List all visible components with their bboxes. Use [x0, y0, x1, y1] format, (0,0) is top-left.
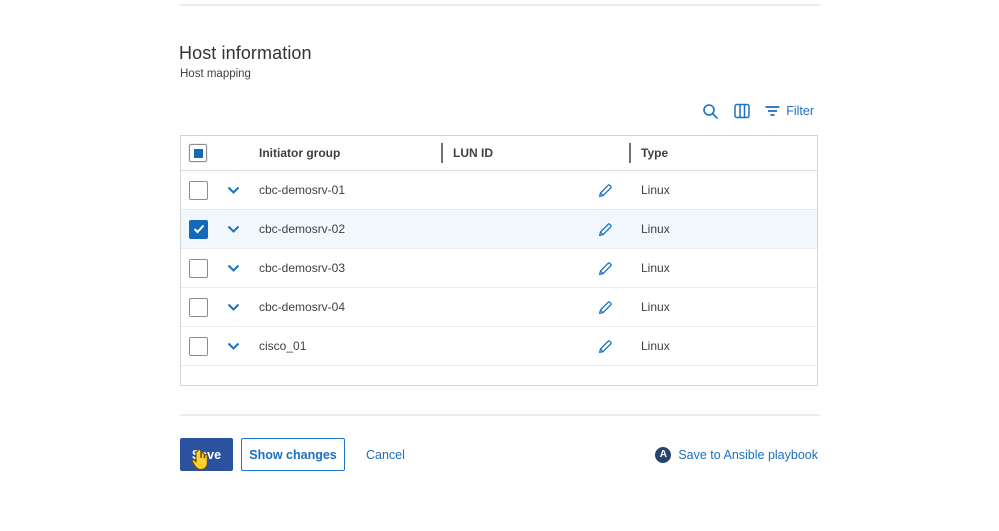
- column-selector-button[interactable]: [734, 103, 750, 119]
- table-row[interactable]: cisco_01 Linux: [181, 327, 817, 366]
- cancel-link[interactable]: Cancel: [366, 448, 405, 462]
- edit-lun-button[interactable]: [597, 182, 614, 199]
- chevron-down-icon[interactable]: [227, 303, 240, 311]
- filter-icon: [765, 105, 780, 117]
- select-all-checkbox[interactable]: [189, 144, 207, 162]
- initiator-group-cell: cisco_01: [259, 339, 441, 353]
- check-icon: [193, 224, 205, 234]
- pencil-icon: [597, 338, 614, 355]
- search-icon: [702, 103, 719, 120]
- filter-button[interactable]: Filter: [765, 104, 814, 118]
- chevron-down-icon[interactable]: [227, 264, 240, 272]
- host-mapping-table: Initiator group LUN ID Type cbc-demosrv-…: [180, 135, 818, 386]
- chevron-down-icon[interactable]: [227, 225, 240, 233]
- row-checkbox[interactable]: [189, 298, 208, 317]
- edit-lun-button[interactable]: [597, 260, 614, 277]
- type-cell: Linux: [629, 183, 817, 197]
- pencil-icon: [597, 221, 614, 238]
- table-row[interactable]: cbc-demosrv-03 Linux: [181, 249, 817, 288]
- type-cell: Linux: [629, 300, 817, 314]
- save-to-ansible-link[interactable]: A Save to Ansible playbook: [655, 447, 820, 463]
- chevron-down-icon[interactable]: [227, 342, 240, 350]
- pencil-icon: [597, 260, 614, 277]
- initiator-group-cell: cbc-demosrv-04: [259, 300, 441, 314]
- row-checkbox[interactable]: [189, 181, 208, 200]
- edit-lun-button[interactable]: [597, 221, 614, 238]
- table-row[interactable]: cbc-demosrv-02 Linux: [181, 210, 817, 249]
- bottom-divider: [180, 414, 820, 416]
- table-row[interactable]: cbc-demosrv-01 Linux: [181, 171, 817, 210]
- type-cell: Linux: [629, 339, 817, 353]
- edit-lun-button[interactable]: [597, 299, 614, 316]
- table-footer-empty: [181, 366, 817, 385]
- row-checkbox[interactable]: [189, 220, 208, 239]
- save-to-ansible-label: Save to Ansible playbook: [678, 448, 818, 462]
- table-row[interactable]: cbc-demosrv-04 Linux: [181, 288, 817, 327]
- save-button[interactable]: Save: [180, 438, 233, 471]
- pencil-icon: [597, 182, 614, 199]
- action-bar: Save Show changes Cancel A Save to Ansib…: [180, 438, 820, 471]
- initiator-group-cell: cbc-demosrv-01: [259, 183, 441, 197]
- column-selector-icon: [734, 103, 750, 119]
- column-header-type[interactable]: Type: [629, 146, 817, 160]
- ansible-icon: A: [655, 447, 671, 463]
- pencil-icon: [597, 299, 614, 316]
- save-button-label: Save: [192, 448, 221, 462]
- filter-label: Filter: [786, 104, 814, 118]
- search-button[interactable]: [702, 103, 719, 120]
- table-toolbar: Filter: [180, 100, 820, 122]
- row-checkbox[interactable]: [189, 337, 208, 356]
- indeterminate-mark-icon: [194, 149, 203, 158]
- show-changes-button[interactable]: Show changes: [241, 438, 345, 471]
- top-divider: [180, 4, 820, 6]
- type-cell: Linux: [629, 222, 817, 236]
- show-changes-button-label: Show changes: [249, 448, 337, 462]
- column-header-lun-id[interactable]: LUN ID: [441, 146, 629, 160]
- column-header-initiator-group[interactable]: Initiator group: [259, 146, 441, 160]
- edit-lun-button[interactable]: [597, 338, 614, 355]
- row-checkbox[interactable]: [189, 259, 208, 278]
- type-cell: Linux: [629, 261, 817, 275]
- page-title: Host information: [179, 43, 312, 64]
- table-header-row: Initiator group LUN ID Type: [181, 136, 817, 171]
- initiator-group-cell: cbc-demosrv-02: [259, 222, 441, 236]
- initiator-group-cell: cbc-demosrv-03: [259, 261, 441, 275]
- chevron-down-icon[interactable]: [227, 186, 240, 194]
- page-subtitle: Host mapping: [180, 68, 251, 80]
